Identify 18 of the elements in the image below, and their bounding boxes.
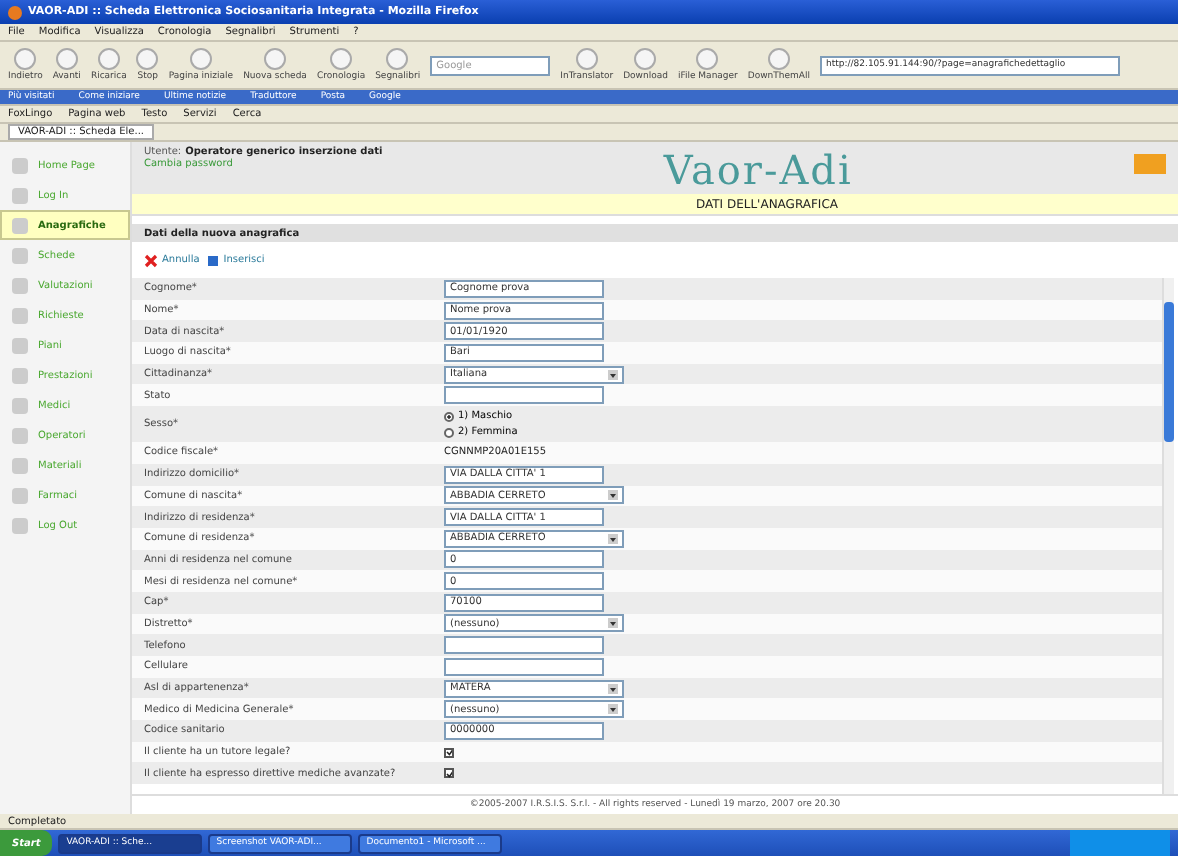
system-tray: [1070, 830, 1170, 856]
checkbox[interactable]: [444, 747, 454, 758]
text-field[interactable]: [444, 657, 604, 676]
dropdown-arrow-icon: [608, 618, 618, 629]
flag-icon: [1134, 154, 1166, 174]
dropdown-arrow-icon: [608, 533, 618, 544]
dropdown-arrow-icon: [608, 683, 618, 694]
close-icon: [144, 253, 158, 267]
logo: Vaor-Adi: [663, 146, 853, 190]
text-field[interactable]: [444, 636, 604, 655]
dropdown-arrow-icon: [608, 704, 618, 715]
scrollbar[interactable]: [1162, 278, 1174, 794]
text-field[interactable]: [444, 386, 604, 405]
dropdown-arrow-icon: [608, 490, 618, 501]
checkbox[interactable]: [444, 768, 454, 779]
browser-icon: [8, 5, 22, 19]
dropdown-arrow-icon: [608, 369, 618, 380]
save-icon: [205, 253, 220, 267]
